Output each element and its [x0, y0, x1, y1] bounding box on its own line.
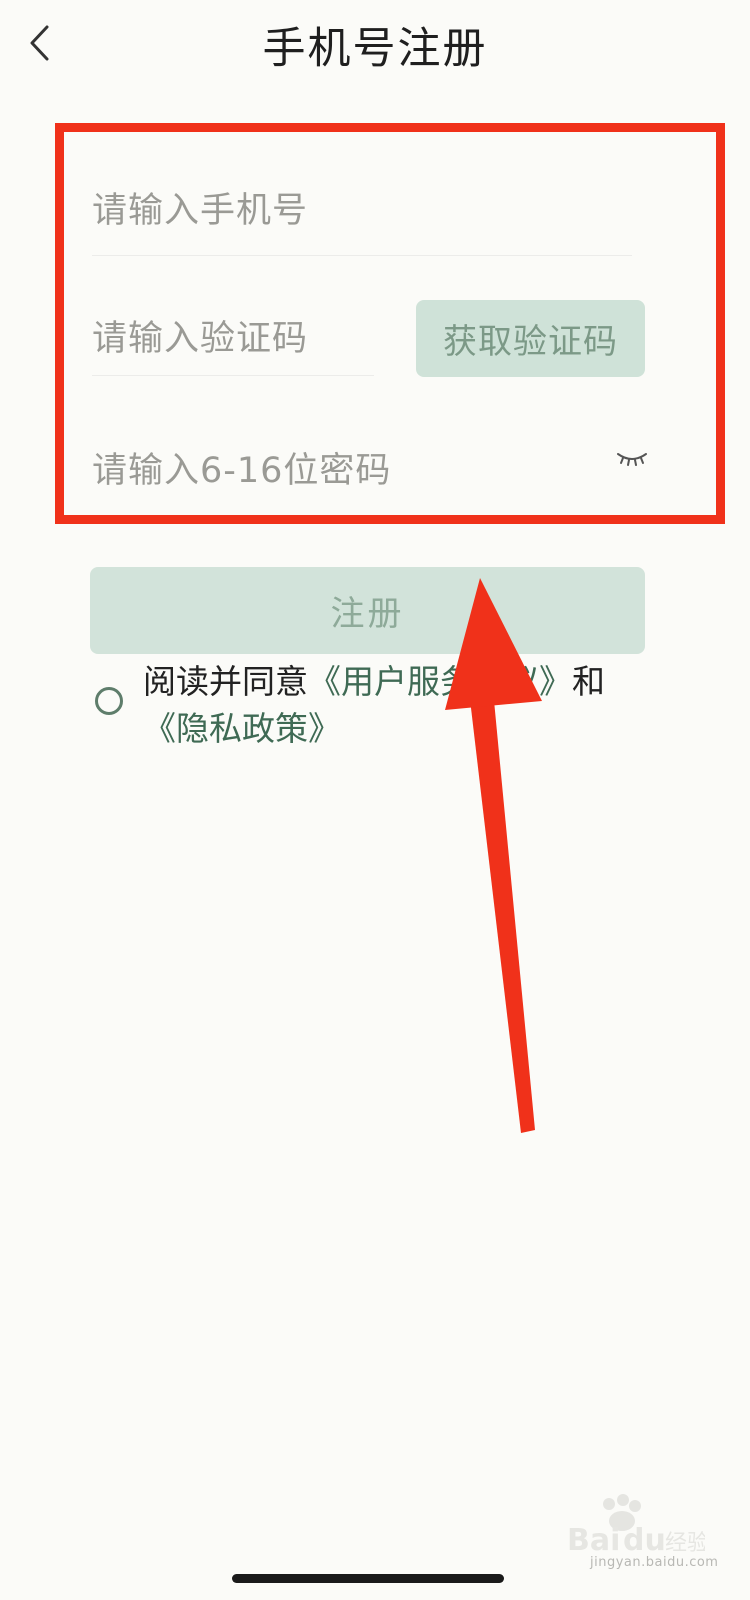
page-title: 手机号注册 [262, 24, 488, 74]
agreement-prefix: 阅读并同意 [143, 662, 308, 701]
agreement-conjunction: 和 [572, 662, 605, 701]
watermark-url: jingyan.baidu.com [590, 1555, 719, 1570]
user-agreement-link[interactable]: 《用户服务协议》 [308, 662, 572, 701]
home-indicator [232, 1574, 504, 1583]
agreement-checkbox[interactable] [95, 687, 123, 715]
highlight-box [55, 123, 725, 524]
baidu-paw-logo: Bai du 经验 [567, 1494, 705, 1558]
register-screen: 手机号注册 请输入手机号 请输入验证码 获取验证码 请输入6-16位密码 注册 … [0, 0, 750, 1600]
svg-text:Bai: Bai [567, 1523, 620, 1558]
privacy-policy-link[interactable]: 《隐私政策》 [143, 709, 341, 748]
register-button[interactable]: 注册 [90, 567, 645, 654]
agreement-text: 阅读并同意《用户服务协议》和《隐私政策》 [143, 658, 663, 752]
svg-text:du: du [623, 1523, 666, 1558]
svg-text:经验: 经验 [665, 1531, 705, 1556]
